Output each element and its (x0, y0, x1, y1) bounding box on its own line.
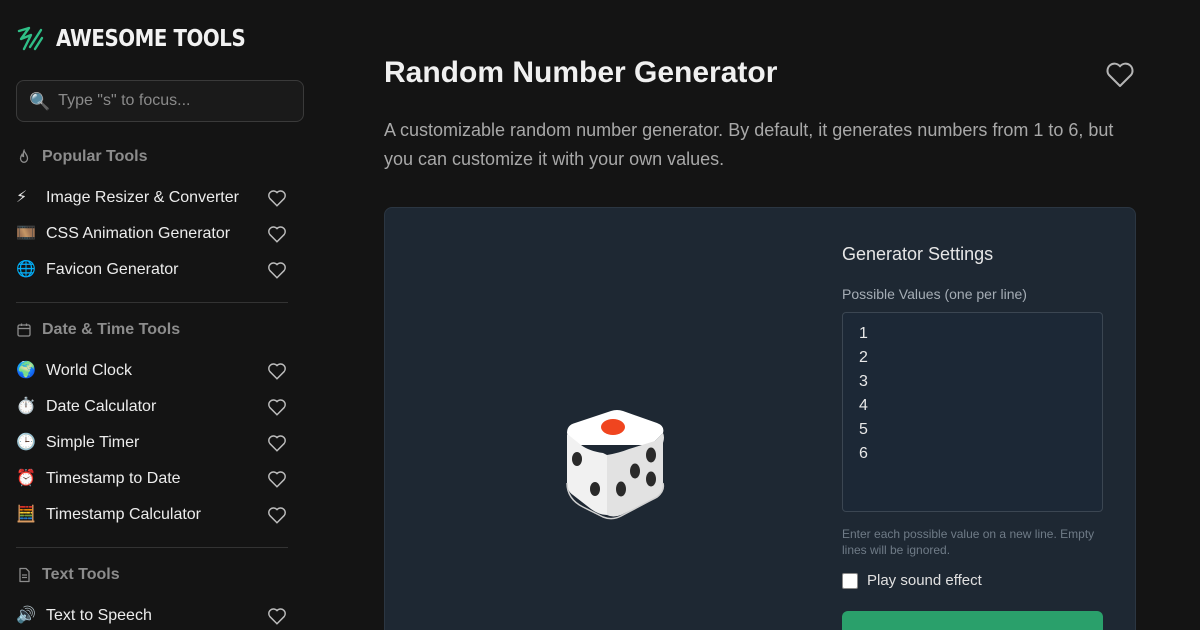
heart-icon[interactable] (266, 432, 288, 454)
section-title-date-time-tools: Date & Time Tools (16, 321, 180, 339)
sidebar-item-css-animation[interactable]: 🎞️ CSS Animation Generator (16, 219, 288, 249)
sound-checkbox[interactable] (842, 572, 858, 589)
heart-icon[interactable] (266, 360, 288, 382)
sidebar-item-text-to-speech[interactable]: 🔊 Text to Speech (16, 601, 288, 630)
values-textarea[interactable]: 1 2 3 4 5 6 (842, 312, 1103, 512)
values-hint: Enter each possible value on a new line.… (842, 527, 1095, 557)
sidebar-item-favicon[interactable]: 🌐 Favicon Generator (16, 255, 288, 285)
heart-icon[interactable] (266, 396, 288, 418)
settings-title: Generator Settings (842, 244, 994, 264)
sidebar-item-label: Timestamp to Date (46, 470, 181, 487)
brand-name: AWESOME TOOLS (56, 26, 246, 52)
value-line: 3 (859, 373, 868, 390)
search-box[interactable]: 🔍 (16, 80, 304, 122)
sidebar-item-label: CSS Animation Generator (46, 225, 231, 242)
heart-icon[interactable] (266, 223, 288, 245)
stopwatch-icon: ⏱️ (16, 398, 36, 415)
page-description: A customizable random number generator. … (384, 120, 1114, 169)
sidebar: AWESOME TOOLS 🔍 Popular Tools ⚡ Image Re… (0, 0, 320, 630)
heart-icon[interactable] (266, 187, 288, 209)
film-icon: 🎞️ (16, 225, 36, 242)
sidebar-divider (16, 547, 288, 548)
sidebar-item-image-resizer[interactable]: ⚡ Image Resizer & Converter (16, 183, 288, 213)
value-line: 2 (859, 349, 868, 366)
heart-icon[interactable] (266, 468, 288, 490)
search-input[interactable] (58, 92, 289, 110)
heart-icon[interactable] (266, 605, 288, 627)
generator-card: Generator Settings Possible Values (one … (384, 207, 1136, 630)
section-label: Popular Tools (42, 148, 148, 165)
dice-icon[interactable] (559, 403, 671, 523)
sidebar-item-world-clock[interactable]: 🌍 World Clock (16, 356, 288, 386)
sidebar-item-label: Favicon Generator (46, 261, 179, 278)
section-label: Text Tools (42, 566, 120, 583)
document-icon (19, 567, 30, 583)
sidebar-item-label: World Clock (46, 362, 132, 379)
sidebar-item-label: Text to Speech (46, 607, 152, 624)
sidebar-item-simple-timer[interactable]: 🕒 Simple Timer (16, 428, 288, 458)
sidebar-item-label: Date Calculator (46, 398, 157, 415)
generate-button[interactable] (842, 611, 1103, 630)
page-title: Random Number Generator (384, 56, 778, 89)
lightning-icon: ⚡ (16, 189, 28, 206)
heart-icon[interactable] (266, 259, 288, 281)
search-icon: 🔍 (29, 91, 51, 111)
sidebar-item-timestamp-to-date[interactable]: ⏰ Timestamp to Date (16, 464, 288, 494)
logo-icon (17, 26, 44, 51)
alarm-clock-icon: ⏰ (16, 470, 36, 487)
abacus-icon: 🧮 (16, 506, 36, 523)
sidebar-item-label: Image Resizer & Converter (46, 189, 239, 206)
globe-icon: 🌐 (16, 261, 36, 278)
heart-icon[interactable] (266, 504, 288, 526)
value-line: 6 (859, 445, 868, 462)
calendar-icon (17, 323, 31, 337)
earth-icon: 🌍 (16, 362, 36, 379)
clock-icon: 🕒 (16, 434, 36, 451)
flame-icon (19, 149, 29, 163)
sidebar-divider (16, 302, 288, 303)
favorite-heart-icon[interactable] (1104, 59, 1136, 89)
section-title-popular-tools: Popular Tools (16, 148, 147, 166)
section-title-text-tools: Text Tools (16, 566, 120, 584)
value-line: 1 (859, 325, 868, 342)
value-line: 5 (859, 421, 868, 438)
sound-label: Play sound effect (867, 572, 982, 589)
speaker-icon: 🔊 (16, 607, 36, 624)
sidebar-item-label: Simple Timer (46, 434, 140, 451)
sidebar-item-date-calculator[interactable]: ⏱️ Date Calculator (16, 392, 288, 422)
value-line: 4 (859, 397, 868, 414)
sidebar-item-label: Timestamp Calculator (46, 506, 202, 523)
sidebar-item-timestamp-calculator[interactable]: 🧮 Timestamp Calculator (16, 500, 288, 530)
values-label: Possible Values (one per line) (842, 286, 1027, 302)
brand-logo[interactable]: AWESOME TOOLS (16, 24, 276, 54)
sound-option[interactable]: Play sound effect (842, 572, 982, 589)
section-label: Date & Time Tools (42, 321, 181, 338)
